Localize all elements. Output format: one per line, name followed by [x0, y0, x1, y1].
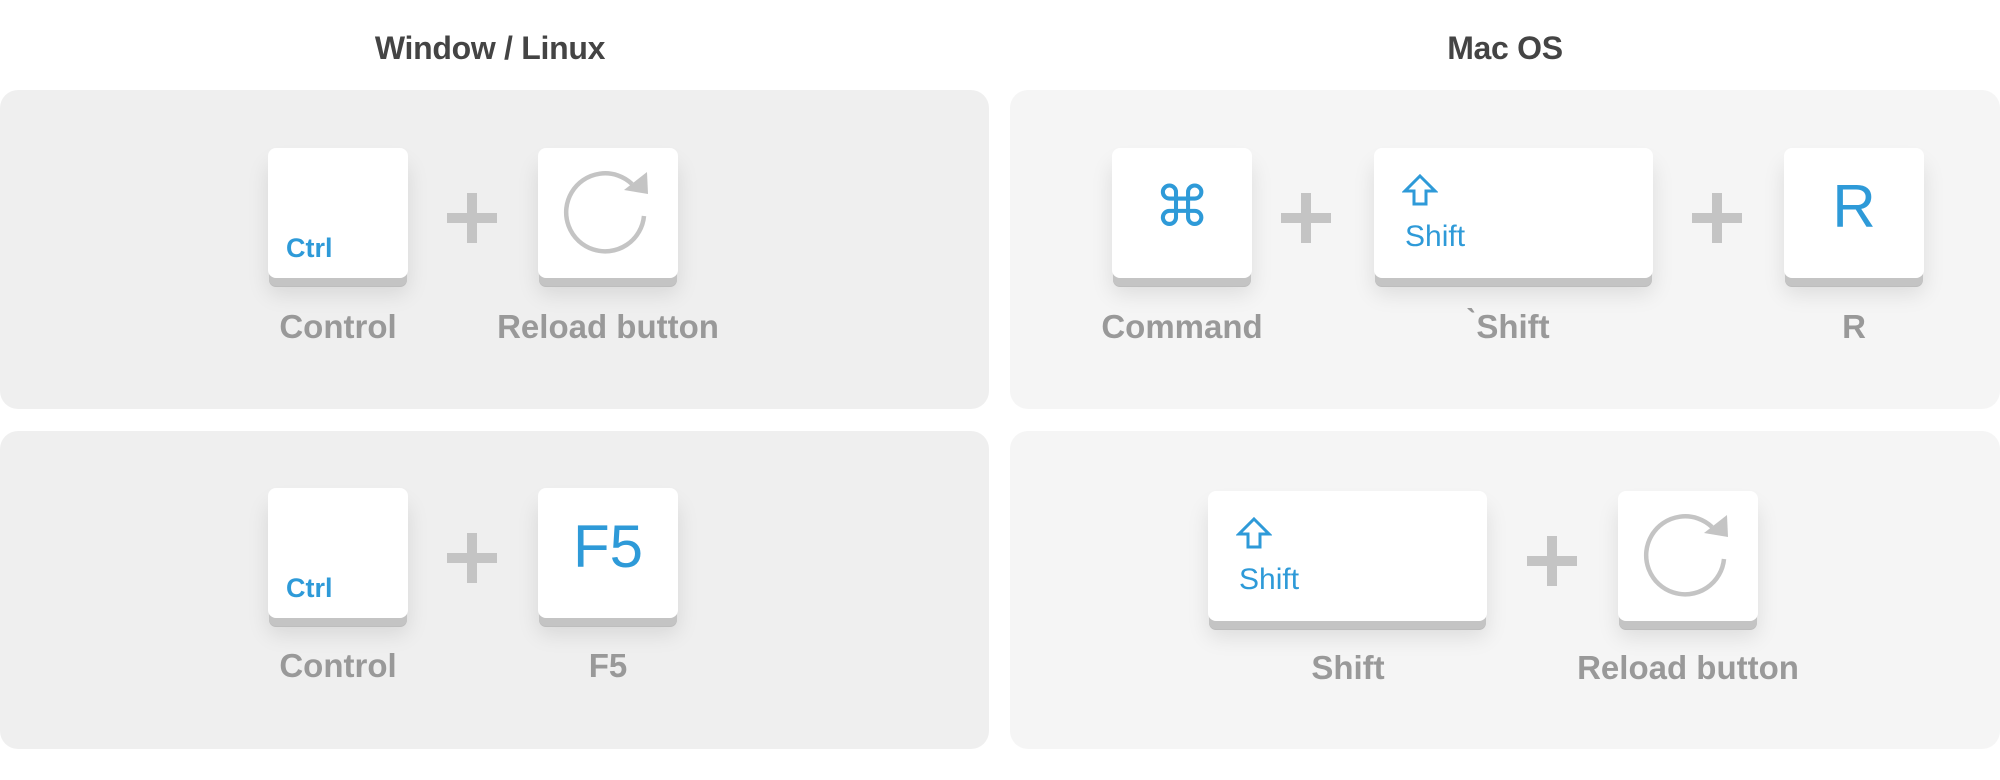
reload-key	[538, 148, 678, 278]
r-label: R	[1842, 308, 1866, 345]
plus-icon	[1281, 193, 1331, 243]
mac-os-heading: Mac OS	[1447, 30, 1563, 66]
f5-key: F5	[538, 488, 678, 618]
shift-key-glyph: Shift	[1405, 220, 1466, 253]
reload-button-label: Reload button	[1577, 649, 1799, 686]
shift-label: Shift	[1311, 649, 1385, 686]
shift-arrow-icon	[1402, 174, 1438, 206]
windows-shortcut-panel-ctrl-f5: Ctrl F5 Control F5	[0, 431, 989, 749]
command-label: Command	[1101, 308, 1263, 345]
plus-icon	[1692, 193, 1742, 243]
mac-shortcut-panel-shift-reload: Shift Shift Reload button	[1010, 431, 2000, 749]
ctrl-key: Ctrl	[268, 488, 408, 618]
ctrl-key: Ctrl	[268, 148, 408, 278]
ctrl-key-glyph: Ctrl	[286, 233, 333, 263]
control-label: Control	[279, 647, 397, 684]
shift-key-glyph: Shift	[1239, 563, 1300, 596]
reload-button-label: Reload button	[497, 308, 719, 345]
shift-key: Shift	[1374, 148, 1653, 278]
ctrl-key-glyph: Ctrl	[286, 573, 333, 603]
mac-shortcut-panel-cmd-shift-r: ⌘ Shift R Command ̀Shift R	[1010, 90, 2000, 409]
shift-key: Shift	[1208, 491, 1487, 621]
f5-label: F5	[588, 647, 628, 684]
f5-key-glyph: F5	[572, 513, 644, 580]
control-label: Control	[279, 308, 397, 345]
shift-label: ̀Shift	[1476, 308, 1550, 345]
plus-icon	[1527, 536, 1577, 586]
r-key: R	[1784, 148, 1924, 278]
windows-shortcut-panel-ctrl-reload: Ctrl Control Reload button	[0, 90, 989, 409]
shift-arrow-icon	[1236, 517, 1272, 549]
command-icon: ⌘	[1154, 175, 1210, 238]
plus-icon	[447, 533, 497, 583]
reload-key	[1618, 491, 1758, 621]
windows-linux-heading: Window / Linux	[374, 30, 606, 66]
plus-icon	[447, 193, 497, 243]
command-key: ⌘	[1112, 148, 1252, 278]
reload-icon	[1643, 514, 1728, 597]
reload-icon	[563, 171, 648, 254]
r-key-glyph: R	[1832, 173, 1876, 240]
